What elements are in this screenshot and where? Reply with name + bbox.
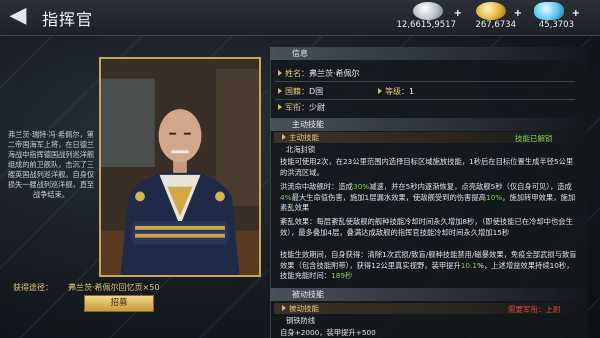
bullet-icon bbox=[378, 88, 382, 94]
active-skill-desc-3: 紊乱效果：每层紊乱使敌舰的舰种技能冷却时间永久增加8秒，（即使技能已在冷却中也会… bbox=[280, 217, 573, 237]
add-gem-icon[interactable]: + bbox=[572, 8, 580, 19]
level-row: 等级：1 bbox=[378, 86, 414, 97]
silver-resource[interactable]: 12,6615,9517 + bbox=[396, 2, 462, 34]
commander-bio: 弗兰茨·瑞特·冯·希佩尔，第二帝国海军上将，在日德兰海战中指挥德国战列巡洋舰组成… bbox=[7, 130, 95, 199]
info-section-header: 信息 bbox=[270, 47, 588, 60]
name-value: 弗兰茨·希佩尔 bbox=[309, 69, 360, 78]
bullet-icon bbox=[282, 305, 286, 311]
divider bbox=[275, 99, 575, 100]
skill-unlocked-status: 技能已解锁 bbox=[515, 134, 553, 143]
add-gold-icon[interactable]: + bbox=[514, 8, 522, 19]
bullet-icon bbox=[278, 104, 282, 110]
active-skill-desc-4: 技能生效期间，自身获得：清除1次武损/致盲/舰种技能禁用/磁暴效果，免疫全部武损… bbox=[280, 250, 577, 280]
divider bbox=[275, 81, 575, 82]
active-skill-desc-2: 洪流命中敌舰时：造成30%减速，并在5秒内逐渐恢复，点亮敌舰5秒（仅自身可见），… bbox=[280, 182, 576, 212]
recruit-button[interactable]: 招募 bbox=[84, 295, 154, 312]
passive-skill-desc-1: 自身+2000，装甲提升+500 bbox=[280, 328, 376, 337]
silver-value: 12,6615,9517 bbox=[396, 20, 456, 30]
page-title: 指挥官 bbox=[42, 10, 94, 29]
acquire-value: 弗兰茨·希佩尔回忆页×50 bbox=[68, 283, 160, 292]
gold-coins-icon bbox=[476, 2, 506, 20]
level-key: 等级： bbox=[385, 87, 409, 96]
active-skill-name: 北海封锁 bbox=[286, 145, 316, 154]
active-skill-section-header: 主动技能 bbox=[270, 118, 588, 131]
gold-resource[interactable]: 267,6734 + bbox=[466, 2, 522, 34]
bullet-icon bbox=[278, 88, 282, 94]
nation-value: D国 bbox=[309, 87, 324, 96]
nation-row: 国籍：D国 bbox=[278, 86, 323, 97]
active-skill-desc-1: 技能可使用2次，在23公里范围内选择目标区域施放技能，1秒后在目标位置生成半径5… bbox=[280, 157, 574, 177]
back-button[interactable]: ◀ bbox=[4, 3, 32, 31]
active-skill-subtitle: 主动技能 bbox=[289, 133, 319, 142]
level-value: 1 bbox=[409, 87, 415, 96]
gem-resource[interactable]: 45,3703 + bbox=[524, 2, 580, 34]
gold-value: 267,6734 bbox=[475, 20, 516, 30]
nation-key: 国籍： bbox=[285, 87, 309, 96]
name-key: 姓名： bbox=[285, 69, 309, 78]
passive-skill-name: 钢铁防线 bbox=[286, 316, 316, 325]
passive-skill-section-header: 被动技能 bbox=[270, 288, 588, 301]
passive-skill-subtitle: 被动技能 bbox=[289, 304, 319, 313]
gem-value: 45,3703 bbox=[538, 20, 574, 30]
rank-value: 少尉 bbox=[309, 103, 325, 112]
acquire-label: 获得途径： bbox=[13, 283, 53, 292]
commander-portrait bbox=[99, 57, 261, 277]
diamond-icon bbox=[534, 2, 564, 20]
bullet-icon bbox=[282, 134, 286, 140]
rank-row: 军衔：少尉 bbox=[278, 102, 325, 113]
silver-coins-icon bbox=[413, 2, 443, 20]
bullet-icon bbox=[278, 70, 282, 76]
rank-requirement: 需要军衔：上尉 bbox=[508, 305, 561, 314]
add-silver-icon[interactable]: + bbox=[454, 8, 462, 19]
name-row: 姓名：弗兰茨·希佩尔 bbox=[278, 68, 360, 79]
rank-key: 军衔： bbox=[285, 103, 309, 112]
top-bar: ◀ 指挥官 12,6615,9517 + 267,6734 + 45,3703 … bbox=[0, 0, 600, 36]
